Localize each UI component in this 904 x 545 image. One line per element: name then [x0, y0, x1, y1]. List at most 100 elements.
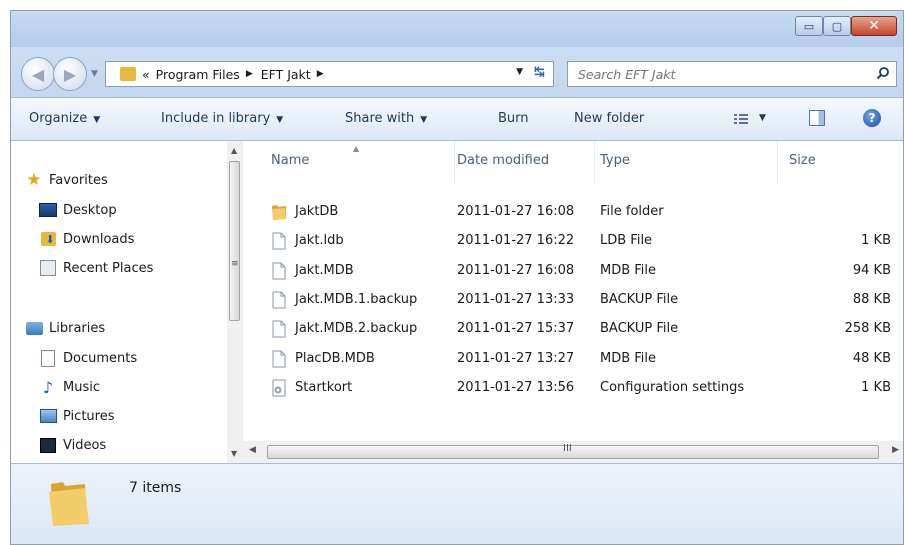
- file-row[interactable]: Jakt.MDB.2.backup 2011-01-27 15:37 BACKUP …: [243, 315, 903, 344]
- nav-libraries[interactable]: Libraries: [25, 317, 105, 339]
- scroll-grip-icon: III: [563, 443, 572, 454]
- breadcrumb-overflow[interactable]: «: [142, 67, 150, 82]
- file-type: File folder: [600, 204, 664, 219]
- change-view-icon[interactable]: [734, 113, 748, 125]
- breadcrumb-eft-jakt[interactable]: EFT Jakt: [261, 67, 311, 82]
- back-button[interactable]: ◀: [21, 57, 55, 91]
- chevron-down-icon: ▼: [420, 115, 428, 125]
- share-with-button[interactable]: Share with ▼: [345, 111, 427, 126]
- file-row[interactable]: Jakt.MDB.1.backup 2011-01-27 13:33 BACKUP …: [243, 286, 903, 315]
- nav-recent-places[interactable]: Recent Places: [39, 257, 153, 279]
- organize-button[interactable]: Organize ▼: [29, 111, 100, 126]
- file-date-modified: 2011-01-27 16:22: [457, 233, 575, 249]
- recent-pages-dropdown[interactable]: ▼: [91, 69, 98, 79]
- search-icon[interactable]: [876, 66, 890, 80]
- scroll-right-icon[interactable]: ▶: [892, 445, 899, 455]
- nav-videos-label: Videos: [63, 437, 107, 453]
- file-row[interactable]: PlacDB.MDB 2011-01-27 13:27 MDB File 48 KB: [243, 345, 903, 374]
- search-input[interactable]: [576, 66, 860, 83]
- new-folder-button[interactable]: New folder: [574, 111, 644, 126]
- file-type: LDB File: [600, 233, 653, 249]
- folder-icon: [49, 482, 89, 526]
- column-divider[interactable]: [777, 141, 778, 185]
- column-divider[interactable]: [594, 141, 595, 185]
- file-name[interactable]: Startkort: [295, 380, 352, 395]
- file-row[interactable]: Jakt.MDB 2011-01-27 16:08 MDB File 94 KB: [243, 257, 903, 286]
- minimize-button[interactable]: ▭: [795, 16, 823, 36]
- file-date-modified: 2011-01-27 13:27: [457, 350, 575, 366]
- sort-ascending-icon: ▲: [353, 144, 360, 153]
- file-icon: [272, 232, 286, 250]
- scroll-thumb[interactable]: [267, 445, 879, 459]
- window-controls: ▭ ▢ ✕: [795, 16, 897, 36]
- scroll-thumb[interactable]: [229, 161, 240, 321]
- file-name[interactable]: Jakt.ldb: [295, 233, 344, 248]
- column-divider[interactable]: [454, 141, 455, 185]
- forward-button[interactable]: ▶: [53, 57, 87, 91]
- file-name[interactable]: JaktDB: [295, 204, 338, 219]
- config-file-icon: [272, 379, 286, 397]
- file-name[interactable]: PlacDB.MDB: [295, 351, 375, 366]
- navigation-pane: ★ Favorites Desktop ⬇ Downloads Recent P…: [11, 141, 243, 463]
- help-icon[interactable]: ?: [863, 109, 881, 127]
- file-row[interactable]: Startkort 2011-01-27 13:56 Configuration s…: [243, 374, 903, 403]
- column-header-size[interactable]: Size: [789, 153, 816, 168]
- file-list: Name ▲ Date modified Type Size JaktDB 201…: [243, 141, 903, 441]
- file-row[interactable]: Jakt.ldb 2011-01-27 16:22 LDB File 1 KB: [243, 227, 903, 256]
- include-in-library-button[interactable]: Include in library ▼: [161, 111, 283, 126]
- nav-documents-label: Documents: [63, 350, 138, 366]
- breadcrumb-separator-icon[interactable]: ▶: [317, 69, 324, 79]
- file-name[interactable]: Jakt.MDB.2.backup: [295, 321, 417, 336]
- file-name[interactable]: Jakt.MDB: [295, 263, 354, 278]
- nav-favorites[interactable]: ★ Favorites: [25, 169, 108, 191]
- file-list-horizontal-scrollbar[interactable]: ◀ III ▶: [243, 441, 903, 463]
- view-dropdown-icon[interactable]: ▼: [759, 113, 766, 123]
- scroll-down-icon[interactable]: ▼: [231, 449, 237, 458]
- address-bar[interactable]: « Program Files ▶ EFT Jakt ▶ ▼ ↹: [105, 61, 554, 87]
- nav-vertical-scrollbar[interactable]: ▲ ≡ ▼: [227, 141, 243, 463]
- scroll-left-icon[interactable]: ◀: [249, 445, 256, 455]
- downloads-icon: ⬇: [39, 231, 57, 247]
- nav-videos[interactable]: Videos: [39, 434, 106, 456]
- file-date-modified: 2011-01-27 16:08: [457, 262, 575, 278]
- breadcrumb-program-files[interactable]: Program Files: [156, 67, 240, 82]
- documents-icon: [39, 349, 57, 367]
- file-type: MDB File: [600, 350, 657, 366]
- preview-pane-icon[interactable]: [809, 110, 825, 126]
- file-icon: [272, 320, 286, 338]
- nav-desktop-label: Desktop: [63, 202, 117, 218]
- scroll-up-icon[interactable]: ▲: [231, 146, 237, 155]
- folder-icon: [272, 205, 286, 220]
- desktop-icon: [39, 202, 57, 218]
- scroll-grip-icon: ≡: [231, 259, 239, 269]
- file-size: 258 KB: [844, 321, 891, 337]
- nav-documents[interactable]: Documents: [39, 347, 137, 369]
- nav-desktop[interactable]: Desktop: [39, 199, 117, 221]
- file-date-modified: 2011-01-27 16:08: [457, 204, 575, 219]
- column-header-name[interactable]: Name: [271, 153, 309, 168]
- maximize-button[interactable]: ▢: [823, 16, 851, 36]
- nav-favorites-label: Favorites: [49, 172, 108, 188]
- title-bar[interactable]: ▭ ▢ ✕: [11, 11, 903, 47]
- file-date-modified: 2011-01-27 13:33: [457, 291, 575, 307]
- close-button[interactable]: ✕: [851, 16, 897, 36]
- forward-arrow-icon: ▶: [63, 64, 77, 84]
- nav-music[interactable]: ♪ Music: [39, 376, 100, 398]
- address-dropdown-icon[interactable]: ▼: [516, 67, 523, 77]
- recent-places-icon: [39, 260, 57, 276]
- burn-button[interactable]: Burn: [498, 111, 529, 126]
- nav-pictures[interactable]: Pictures: [39, 405, 114, 427]
- star-icon: ★: [26, 170, 42, 190]
- column-header-date-modified[interactable]: Date modified: [457, 153, 549, 168]
- item-count: 7 items: [129, 480, 182, 496]
- file-name[interactable]: Jakt.MDB.1.backup: [295, 292, 417, 307]
- file-row[interactable]: JaktDB 2011-01-27 16:08 File folder: [243, 198, 903, 227]
- column-header-type[interactable]: Type: [600, 153, 630, 168]
- file-size: 48 KB: [852, 350, 891, 366]
- breadcrumb-separator-icon[interactable]: ▶: [246, 69, 253, 79]
- refresh-icon[interactable]: ↹: [534, 65, 545, 80]
- nav-downloads[interactable]: ⬇ Downloads: [39, 228, 134, 250]
- file-size: 94 KB: [852, 262, 891, 278]
- explorer-window: ▭ ▢ ✕ ◀ ▶ ▼ « Program Files ▶ EFT Jakt ▶…: [10, 10, 904, 545]
- search-box[interactable]: [567, 61, 897, 87]
